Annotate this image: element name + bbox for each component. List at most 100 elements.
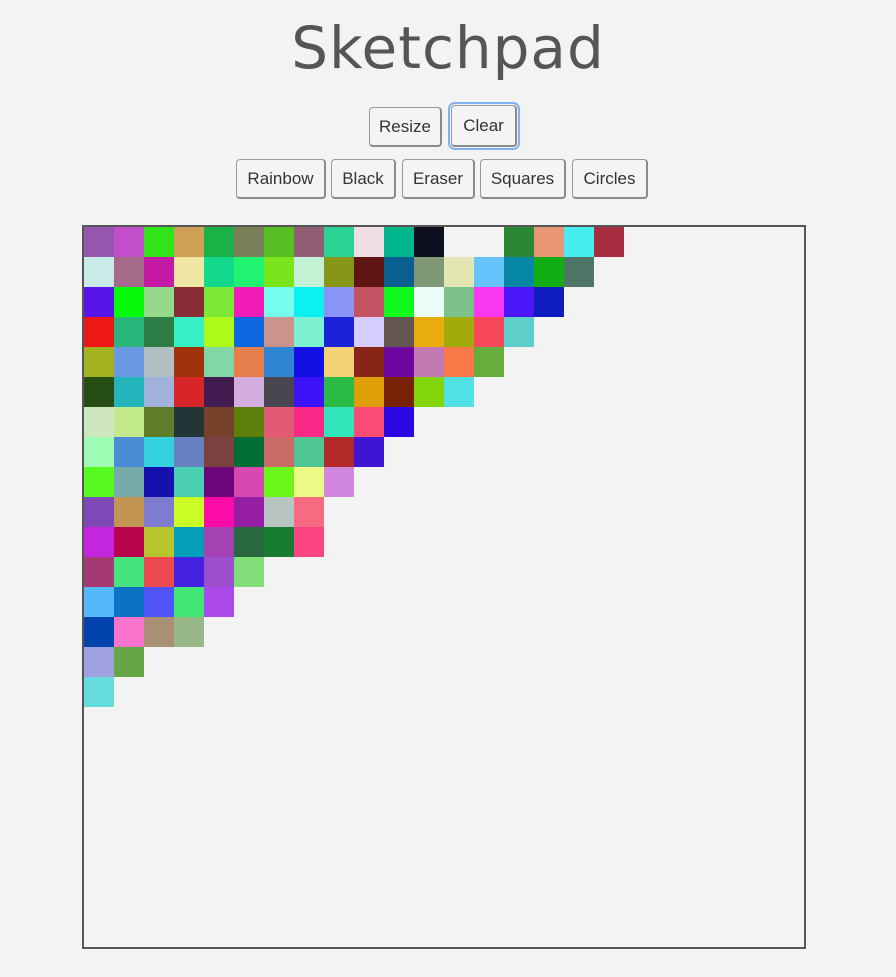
grid-cell[interactable] (114, 317, 144, 347)
grid-cell[interactable] (264, 287, 294, 317)
grid-cell[interactable] (84, 587, 114, 617)
grid-cell[interactable] (294, 467, 324, 497)
grid-cell[interactable] (504, 227, 534, 257)
grid-cell[interactable] (174, 347, 204, 377)
grid-cell[interactable] (84, 467, 114, 497)
grid-cell[interactable] (84, 377, 114, 407)
grid-cell[interactable] (84, 317, 114, 347)
grid-cell[interactable] (294, 407, 324, 437)
grid-cell[interactable] (564, 227, 594, 257)
grid-cell[interactable] (174, 407, 204, 437)
sketch-grid[interactable] (82, 225, 806, 949)
grid-cell[interactable] (84, 437, 114, 467)
grid-cell[interactable] (384, 407, 414, 437)
grid-cell[interactable] (144, 407, 174, 437)
grid-cell[interactable] (264, 377, 294, 407)
grid-cell[interactable] (444, 317, 474, 347)
grid-cell[interactable] (504, 257, 534, 287)
grid-cell[interactable] (84, 497, 114, 527)
grid-cell[interactable] (384, 287, 414, 317)
grid-cell[interactable] (444, 377, 474, 407)
eraser-button[interactable]: Eraser (402, 159, 475, 199)
grid-cell[interactable] (84, 557, 114, 587)
grid-cell[interactable] (84, 347, 114, 377)
grid-cell[interactable] (234, 527, 264, 557)
grid-cell[interactable] (174, 377, 204, 407)
grid-cell[interactable] (114, 587, 144, 617)
grid-cell[interactable] (114, 287, 144, 317)
grid-cell[interactable] (294, 497, 324, 527)
grid-cell[interactable] (174, 227, 204, 257)
grid-cell[interactable] (144, 437, 174, 467)
grid-cell[interactable] (114, 347, 144, 377)
grid-cell[interactable] (414, 227, 444, 257)
grid-cell[interactable] (384, 317, 414, 347)
grid-cell[interactable] (84, 257, 114, 287)
grid-cell[interactable] (114, 497, 144, 527)
grid-cell[interactable] (354, 437, 384, 467)
rainbow-button[interactable]: Rainbow (236, 159, 326, 199)
grid-cell[interactable] (204, 437, 234, 467)
grid-cell[interactable] (174, 557, 204, 587)
squares-button[interactable]: Squares (480, 159, 566, 199)
grid-cell[interactable] (414, 287, 444, 317)
grid-cell[interactable] (144, 317, 174, 347)
grid-cell[interactable] (294, 257, 324, 287)
grid-cell[interactable] (84, 677, 114, 707)
grid-cell[interactable] (84, 527, 114, 557)
grid-cell[interactable] (444, 257, 474, 287)
grid-cell[interactable] (114, 407, 144, 437)
grid-cell[interactable] (564, 257, 594, 287)
grid-cell[interactable] (114, 467, 144, 497)
grid-cell[interactable] (84, 647, 114, 677)
grid-cell[interactable] (354, 287, 384, 317)
grid-cell[interactable] (474, 287, 504, 317)
grid-cell[interactable] (234, 497, 264, 527)
grid-cell[interactable] (354, 227, 384, 257)
grid-cell[interactable] (354, 407, 384, 437)
grid-cell[interactable] (234, 467, 264, 497)
grid-cell[interactable] (294, 527, 324, 557)
grid-cell[interactable] (234, 407, 264, 437)
grid-cell[interactable] (354, 257, 384, 287)
grid-cell[interactable] (294, 437, 324, 467)
grid-cell[interactable] (234, 227, 264, 257)
grid-cell[interactable] (174, 287, 204, 317)
grid-cell[interactable] (204, 467, 234, 497)
grid-cell[interactable] (474, 257, 504, 287)
grid-cell[interactable] (84, 617, 114, 647)
grid-cell[interactable] (204, 347, 234, 377)
resize-button[interactable]: Resize (369, 107, 442, 147)
grid-cell[interactable] (534, 287, 564, 317)
grid-cell[interactable] (324, 347, 354, 377)
grid-cell[interactable] (294, 287, 324, 317)
grid-cell[interactable] (474, 317, 504, 347)
grid-cell[interactable] (384, 227, 414, 257)
grid-cell[interactable] (204, 527, 234, 557)
grid-cell[interactable] (264, 407, 294, 437)
grid-cell[interactable] (174, 257, 204, 287)
clear-button[interactable]: Clear (448, 102, 520, 150)
grid-cell[interactable] (84, 407, 114, 437)
grid-cell[interactable] (204, 407, 234, 437)
grid-cell[interactable] (594, 227, 624, 257)
grid-cell[interactable] (294, 347, 324, 377)
grid-cell[interactable] (144, 287, 174, 317)
grid-cell[interactable] (384, 257, 414, 287)
grid-cell[interactable] (414, 257, 444, 287)
grid-cell[interactable] (114, 257, 144, 287)
grid-cell[interactable] (264, 467, 294, 497)
grid-cell[interactable] (234, 557, 264, 587)
grid-cell[interactable] (174, 617, 204, 647)
grid-cell[interactable] (114, 557, 144, 587)
grid-cell[interactable] (444, 287, 474, 317)
grid-cell[interactable] (174, 467, 204, 497)
grid-cell[interactable] (144, 527, 174, 557)
grid-cell[interactable] (294, 317, 324, 347)
grid-cell[interactable] (144, 227, 174, 257)
grid-cell[interactable] (204, 287, 234, 317)
grid-cell[interactable] (144, 497, 174, 527)
grid-cell[interactable] (144, 257, 174, 287)
grid-cell[interactable] (84, 287, 114, 317)
grid-cell[interactable] (414, 317, 444, 347)
